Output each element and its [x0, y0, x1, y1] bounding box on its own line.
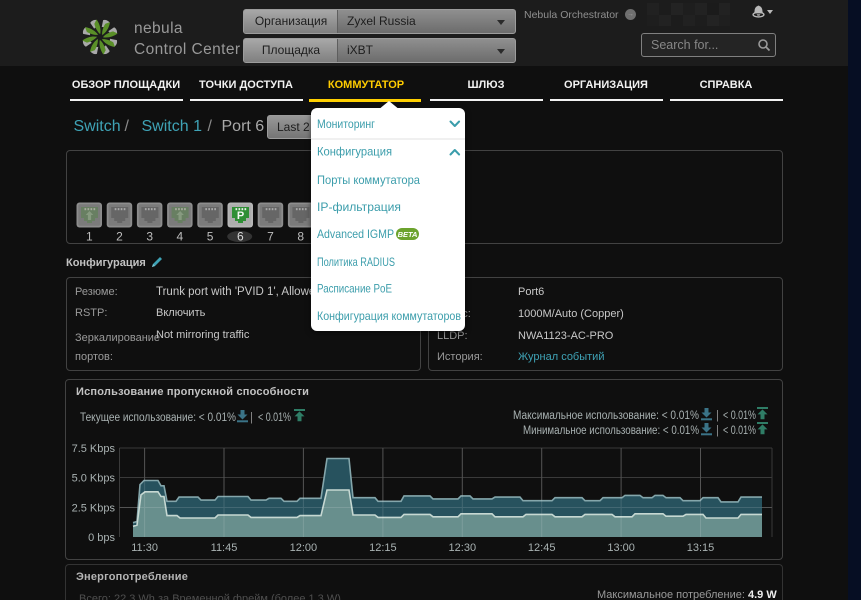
svg-text:13:00: 13:00: [607, 542, 635, 554]
svg-text:Расписание PoE: Расписание PoE: [317, 282, 392, 296]
svg-text:13:15: 13:15: [687, 542, 715, 554]
svg-text:12:45: 12:45: [528, 542, 556, 554]
svg-text:Advanced IGMP: Advanced IGMP: [317, 227, 394, 241]
svg-text:BETA: BETA: [398, 230, 418, 239]
svg-text:0 bps: 0 bps: [88, 532, 115, 544]
svg-text:Политика RADIUS: Политика RADIUS: [317, 255, 395, 269]
svg-text:Мониторинг: Мониторинг: [317, 117, 376, 131]
svg-text:12:00: 12:00: [290, 542, 318, 554]
svg-text:5.0 Kbps: 5.0 Kbps: [72, 473, 116, 485]
svg-text:7.5 Kbps: 7.5 Kbps: [72, 443, 116, 455]
svg-text:12:30: 12:30: [449, 542, 477, 554]
svg-text:11:30: 11:30: [131, 542, 158, 554]
svg-text:IP-фильтрация: IP-фильтрация: [317, 200, 401, 214]
svg-text:11:45: 11:45: [211, 542, 238, 554]
svg-text:12:15: 12:15: [369, 542, 397, 554]
svg-text:Конфигурация: Конфигурация: [317, 145, 392, 159]
svg-text:Порты коммутатора: Порты коммутатора: [317, 173, 420, 187]
svg-text:Конфигурация коммутаторов: Конфигурация коммутаторов: [317, 309, 461, 323]
svg-text:2.5 Kbps: 2.5 Kbps: [72, 503, 116, 515]
